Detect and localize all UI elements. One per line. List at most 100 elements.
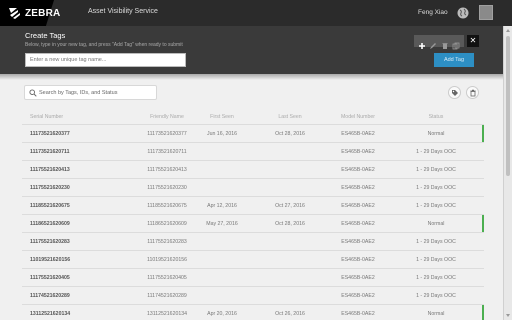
tag-filter-button[interactable]: [448, 86, 461, 99]
status-indicator-bar: [482, 305, 484, 320]
search-icon: [29, 89, 37, 97]
model-number-cell: ES465B-0AE2: [341, 238, 375, 245]
search-box[interactable]: Search by Tags, IDs, and Status: [24, 85, 157, 100]
status-cell: 1 - 29 Days OOC: [416, 184, 456, 191]
delete-button[interactable]: [466, 86, 479, 99]
model-number-cell: ES465B-0AE2: [341, 220, 375, 227]
trash-icon[interactable]: [441, 37, 449, 49]
serial-cell: 11175521620405: [30, 274, 70, 281]
table-row[interactable]: 11173521620377 11173521620377 Jun 16, 2016…: [22, 125, 484, 143]
first-seen-cell: [194, 287, 250, 304]
first-seen-cell: Jun 16, 2016: [207, 130, 237, 137]
model-number-cell: ES465B-0AE2: [341, 130, 375, 137]
first-seen-cell: Apr 20, 2016: [207, 310, 237, 317]
serial-cell: 11019521620156: [30, 256, 71, 263]
status-cell: Normal: [427, 130, 445, 137]
status-cell: Normal: [427, 220, 445, 227]
last-seen-cell: Oct 28, 2016: [275, 220, 305, 227]
tag-icon: [452, 90, 458, 96]
logo-text: ZEBRA: [25, 7, 61, 19]
status-cell: 1 - 29 Days OOC: [416, 166, 456, 173]
model-number-cell: ES465B-0AE2: [341, 310, 375, 317]
user-name[interactable]: Feng Xiao: [418, 9, 448, 16]
first-seen-cell: May 27, 2016: [206, 220, 238, 227]
trash-icon: [470, 89, 476, 97]
last-seen-cell: [262, 161, 318, 178]
column-header-last-seen[interactable]: Last Seen: [262, 110, 318, 124]
table-row[interactable]: 13112521620134 13112521620134 Apr 20, 2016…: [22, 305, 484, 320]
create-tags-panel: Create Tags Below, type in your new tag,…: [0, 26, 503, 74]
first-seen-cell: [194, 179, 250, 196]
table-row[interactable]: 11175521620283 11175521620283 ES465B-0AE2 1…: [22, 233, 484, 251]
scroll-up-arrow[interactable]: [506, 29, 510, 32]
serial-cell: 11173521620377: [30, 130, 70, 137]
search-placeholder: Search by Tags, IDs, and Status: [39, 90, 118, 96]
first-seen-cell: [194, 251, 250, 268]
first-seen-cell: [194, 143, 250, 160]
plus-icon[interactable]: [418, 37, 426, 49]
globe-icon[interactable]: [457, 7, 469, 19]
column-header-first-seen[interactable]: First Seen: [194, 110, 250, 124]
scroll-down-arrow[interactable]: [506, 314, 510, 317]
column-header-model-number[interactable]: Model Number: [330, 110, 386, 124]
model-number-cell: ES465B-0AE2: [341, 184, 375, 191]
last-seen-cell: [262, 143, 318, 160]
column-header-serial[interactable]: Serial Number: [30, 110, 120, 124]
table-row[interactable]: 11173521620711 11173521620711 ES465B-0AE2 1…: [22, 143, 484, 161]
page-scrollbar[interactable]: [503, 26, 512, 320]
serial-cell: 11173521620711: [30, 148, 70, 155]
table-row[interactable]: 11175521620405 11175521620405 ES465B-0AE2 1…: [22, 269, 484, 287]
table-row[interactable]: 11174521620289 11174521620289 ES465B-0AE2 1…: [22, 287, 484, 305]
column-header-status[interactable]: Status: [398, 110, 474, 124]
table-row[interactable]: 11175521620413 11175521620413 ES465B-0AE2 1…: [22, 161, 484, 179]
status-cell: 1 - 29 Days OOC: [416, 274, 456, 281]
last-seen-cell: [262, 269, 318, 286]
app-title: Asset Visibility Service: [88, 8, 158, 15]
first-seen-cell: [194, 269, 250, 286]
add-tag-button[interactable]: Add Tag: [434, 53, 474, 67]
serial-cell: 13112521620134: [30, 310, 71, 317]
status-indicator-bar: [482, 125, 484, 142]
create-tags-title: Create Tags: [25, 31, 66, 40]
last-seen-cell: Oct 26, 2016: [275, 310, 305, 317]
status-cell: Normal: [427, 310, 445, 317]
status-cell: 1 - 29 Days OOC: [416, 238, 456, 245]
serial-cell: 11185521620675: [30, 202, 70, 209]
serial-cell: 11175521620283: [30, 238, 70, 245]
model-number-cell: ES465B-0AE2: [341, 202, 375, 209]
create-tags-subtitle: Below, type in your new tag, and press "…: [25, 42, 183, 48]
first-seen-cell: [194, 233, 250, 250]
pencil-icon[interactable]: [429, 37, 437, 49]
status-cell: 1 - 29 Days OOC: [416, 256, 456, 263]
serial-cell: 11175521620230: [30, 184, 70, 191]
model-number-cell: ES465B-0AE2: [341, 292, 375, 299]
table-row[interactable]: 11185521620675 11185521620675 Apr 12, 2016…: [22, 197, 484, 215]
serial-cell: 11174521620289: [30, 292, 70, 299]
panel-shadow: [0, 74, 503, 80]
table-row[interactable]: 11175521620230 11175521620230 ES465B-0AE2 1…: [22, 179, 484, 197]
copy-icon[interactable]: [452, 37, 460, 50]
last-seen-cell: [262, 287, 318, 304]
model-number-cell: ES465B-0AE2: [341, 256, 375, 263]
status-indicator-bar: [482, 215, 484, 232]
serial-cell: 11175521620413: [30, 166, 70, 173]
top-bar: ZEBRA Asset Visibility Service Feng Xiao: [0, 0, 512, 26]
scroll-thumb[interactable]: [506, 36, 510, 176]
new-tag-input[interactable]: [25, 53, 186, 67]
table-row[interactable]: 11019521620156 11019521620156 ES465B-0AE2 1…: [22, 251, 484, 269]
table-header: Serial Number Friendly Name First Seen L…: [22, 110, 484, 125]
zebra-logo[interactable]: ZEBRA: [8, 5, 60, 21]
first-seen-cell: Apr 12, 2016: [207, 202, 237, 209]
model-number-cell: ES465B-0AE2: [341, 274, 375, 281]
avatar[interactable]: [479, 5, 493, 20]
last-seen-cell: [262, 233, 318, 250]
last-seen-cell: [262, 251, 318, 268]
tag-toolbar: [414, 35, 464, 50]
close-icon[interactable]: ✕: [467, 35, 479, 47]
table-row[interactable]: 11186521620609 11186521620609 May 27, 2016…: [22, 215, 484, 233]
status-cell: 1 - 29 Days OOC: [416, 292, 456, 299]
serial-cell: 11186521620609: [30, 220, 70, 227]
status-cell: 1 - 29 Days OOC: [416, 148, 456, 155]
last-seen-cell: Oct 28, 2016: [275, 130, 305, 137]
tags-table: Serial Number Friendly Name First Seen L…: [22, 110, 484, 320]
